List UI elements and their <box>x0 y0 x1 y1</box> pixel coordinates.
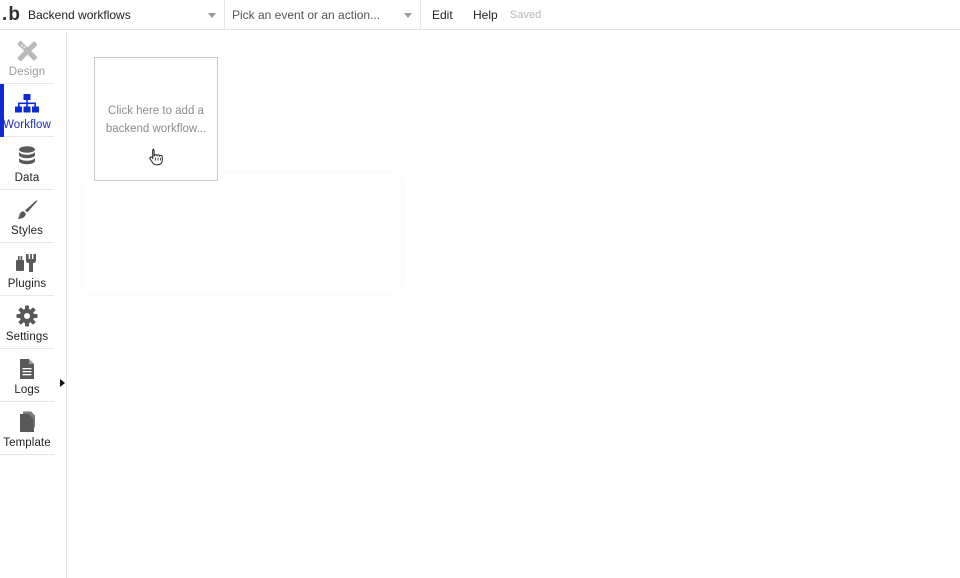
logo-dot: . <box>2 4 8 25</box>
chevron-down-icon <box>208 13 216 18</box>
design-pencil-ruler-icon <box>15 40 39 62</box>
hand-pointer-cursor-icon <box>148 148 164 166</box>
paintbrush-icon <box>15 199 39 221</box>
empty-workflow-placeholder <box>83 174 401 292</box>
event-action-picker[interactable]: Pick an event or an action... <box>226 0 421 30</box>
plug-icon <box>15 252 39 274</box>
sidebar-item-design[interactable]: Design <box>0 31 54 84</box>
database-icon <box>15 146 39 168</box>
sidebar-item-label: Plugins <box>7 278 47 290</box>
save-status: Saved <box>510 9 542 21</box>
bubble-logo[interactable]: .b <box>0 0 22 30</box>
sidebar-item-settings[interactable]: Settings <box>0 296 54 349</box>
add-workflow-text-line1: Click here to add a <box>108 105 204 117</box>
sidebar-item-template[interactable]: Template <box>0 402 54 455</box>
help-menu[interactable]: Help <box>473 0 498 30</box>
top-bar: .b Backend workflows Pick an event or an… <box>0 0 960 30</box>
sidebar-item-label: Settings <box>5 331 49 343</box>
add-workflow-text: Click here to add a backend workflow... <box>101 102 211 138</box>
sidebar-item-label: Data <box>14 172 40 184</box>
active-indicator <box>0 84 4 137</box>
sidebar-item-label: Workflow <box>3 119 51 131</box>
sidebar-item-plugins[interactable]: Plugins <box>0 243 54 296</box>
sidebar-item-label: Design <box>8 66 46 78</box>
sidebar-item-label: Logs <box>14 384 40 396</box>
page-selector-value: Backend workflows <box>28 8 131 22</box>
collapse-arrow-icon <box>59 379 65 387</box>
sidebar-item-data[interactable]: Data <box>0 137 54 190</box>
sidebar-item-label: Template <box>3 437 51 449</box>
sidebar-item-styles[interactable]: Styles <box>0 190 54 243</box>
sidebar-item-label: Styles <box>11 225 43 237</box>
document-icon <box>15 358 39 380</box>
workflow-canvas[interactable]: Click here to add a backend workflow... <box>67 31 960 578</box>
sidebar-item-workflow[interactable]: Workflow <box>0 84 54 137</box>
template-pages-icon <box>15 411 39 433</box>
chevron-down-icon <box>404 13 412 18</box>
gear-icon <box>15 305 39 327</box>
add-backend-workflow-card[interactable]: Click here to add a backend workflow... <box>94 57 218 181</box>
sidebar-item-logs[interactable]: Logs <box>0 349 54 402</box>
event-action-picker-value: Pick an event or an action... <box>232 8 381 22</box>
add-workflow-text-line2: backend workflow... <box>105 123 207 135</box>
edit-menu[interactable]: Edit <box>432 0 453 30</box>
logo-letter: b <box>8 4 20 25</box>
workflow-sitemap-icon <box>15 93 39 115</box>
left-sidebar: Design Workflow Data Styles Plugins Sett… <box>0 31 57 578</box>
page-selector-dropdown[interactable]: Backend workflows <box>22 0 225 30</box>
